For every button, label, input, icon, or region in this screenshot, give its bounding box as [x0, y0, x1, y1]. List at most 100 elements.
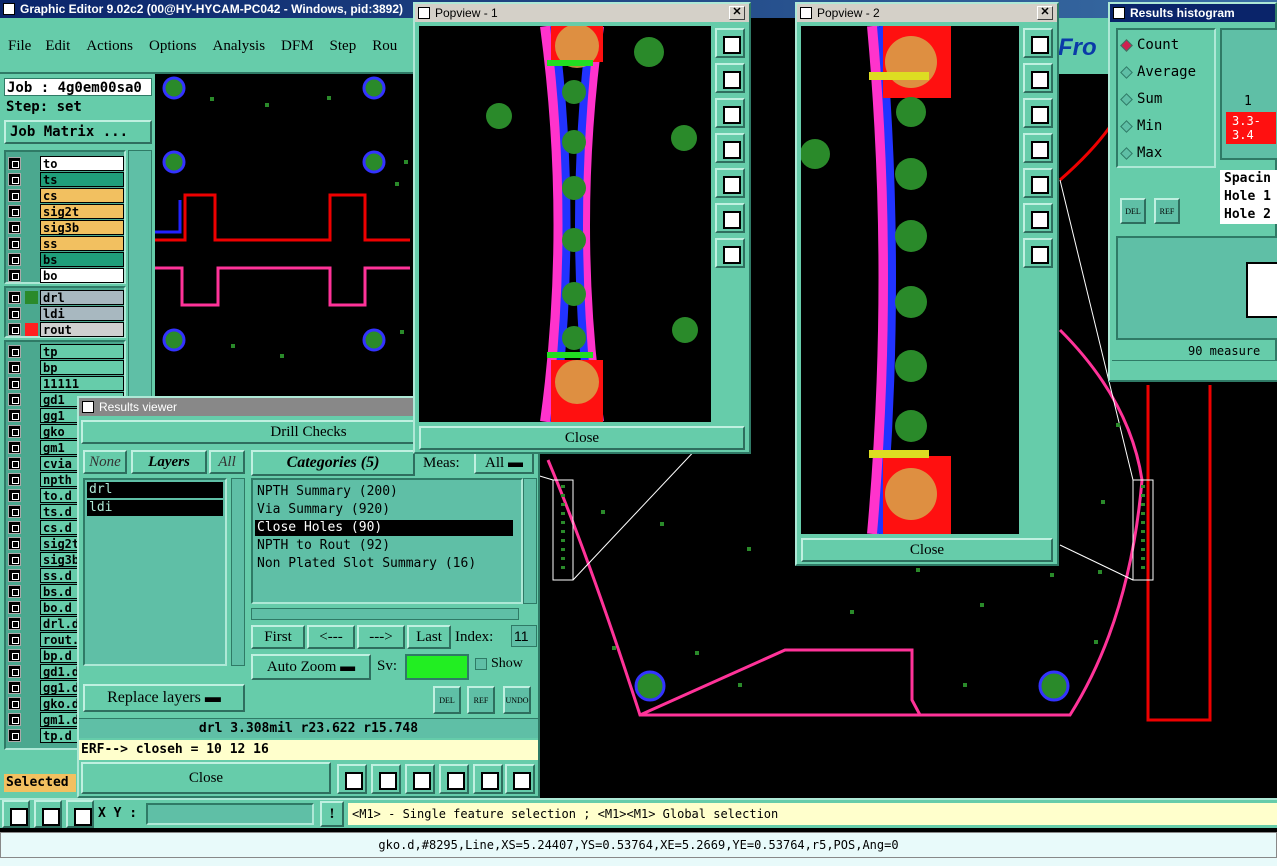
- histogram-option[interactable]: Average: [1120, 63, 1196, 81]
- layer-checkbox[interactable]: [8, 553, 21, 566]
- first-button[interactable]: First: [251, 625, 305, 649]
- layer-checkbox[interactable]: [8, 345, 21, 358]
- prev-button[interactable]: <---: [307, 625, 355, 649]
- histogram-option[interactable]: Max: [1120, 144, 1162, 162]
- layer-checkbox[interactable]: [8, 537, 21, 550]
- layers-none-button[interactable]: None: [83, 450, 127, 474]
- zoom-in-icon[interactable]: [1023, 28, 1053, 58]
- layer-name[interactable]: tp: [40, 344, 124, 359]
- category-list[interactable]: NPTH Summary (200) Via Summary (920) Close…: [251, 478, 523, 604]
- category-item[interactable]: Close Holes (90): [255, 520, 513, 536]
- layer-checkbox[interactable]: [8, 425, 21, 438]
- sort-icon[interactable]: [439, 764, 469, 794]
- undo-button[interactable]: UNDO: [503, 686, 531, 714]
- layer-name[interactable]: bs: [40, 252, 124, 267]
- result-layer-item[interactable]: ldi: [87, 500, 223, 516]
- close-icon[interactable]: ✕: [1037, 6, 1053, 20]
- job-matrix-button[interactable]: Job Matrix ...: [4, 120, 152, 144]
- layer-row[interactable]: tp: [8, 344, 124, 359]
- pan-left-icon[interactable]: [715, 133, 745, 163]
- measure-icon[interactable]: [34, 800, 62, 828]
- menu-item[interactable]: Step: [330, 38, 357, 55]
- result-layer-item[interactable]: drl: [87, 482, 223, 498]
- layer-checkbox[interactable]: [8, 221, 21, 234]
- layer-checkbox[interactable]: [8, 457, 21, 470]
- layer-row[interactable]: bo: [8, 268, 124, 283]
- popview-2-close-button[interactable]: Close: [801, 538, 1053, 562]
- radio-icon[interactable]: [1120, 92, 1133, 106]
- report-icon[interactable]: [473, 764, 503, 794]
- category-item[interactable]: NPTH Summary (200): [255, 484, 513, 500]
- layer-row[interactable]: ss: [8, 236, 124, 251]
- ref-button[interactable]: REF: [467, 686, 495, 714]
- layer-checkbox[interactable]: [8, 173, 21, 186]
- layer-row[interactable]: cs: [8, 188, 124, 203]
- category-hscroll[interactable]: [251, 608, 519, 620]
- auto-zoom-button[interactable]: Auto Zoom ▬: [251, 654, 371, 680]
- layer-checkbox[interactable]: [8, 649, 21, 662]
- popview-1-close-button[interactable]: Close: [419, 426, 745, 450]
- layer-name[interactable]: ss: [40, 236, 124, 251]
- histogram-del-button[interactable]: DEL: [1120, 198, 1146, 224]
- fit-icon[interactable]: [1023, 203, 1053, 233]
- result-layers-vscroll[interactable]: [231, 478, 245, 666]
- layer-checkbox[interactable]: [8, 521, 21, 534]
- layer-name[interactable]: bp: [40, 360, 124, 375]
- radio-icon[interactable]: [1120, 119, 1133, 133]
- menu-item[interactable]: DFM: [281, 38, 314, 55]
- layer-checkbox[interactable]: [8, 205, 21, 218]
- histogram-ref-button[interactable]: REF: [1154, 198, 1180, 224]
- meas-select[interactable]: All ▬: [474, 452, 534, 474]
- zoom-out-icon[interactable]: [715, 238, 745, 268]
- layer-checkbox[interactable]: [8, 253, 21, 266]
- layer-name[interactable]: rout: [40, 322, 124, 337]
- layer-name[interactable]: ts: [40, 172, 124, 187]
- radio-icon[interactable]: [1120, 38, 1133, 52]
- histogram-option[interactable]: Count: [1120, 36, 1179, 54]
- layer-checkbox[interactable]: [8, 441, 21, 454]
- layer-row[interactable]: to: [8, 156, 124, 171]
- layer-checkbox[interactable]: [8, 697, 21, 710]
- menu-item[interactable]: Analysis: [213, 38, 266, 55]
- close-icon[interactable]: ✕: [729, 6, 745, 20]
- menu-item[interactable]: Actions: [86, 38, 133, 55]
- layer-row[interactable]: sig3b: [8, 220, 124, 235]
- menu-item[interactable]: Edit: [45, 38, 70, 55]
- category-item[interactable]: Via Summary (920): [255, 502, 513, 518]
- layer-row[interactable]: bp: [8, 360, 124, 375]
- layer-checkbox[interactable]: [8, 269, 21, 282]
- popview-1-canvas[interactable]: [419, 26, 711, 422]
- layer-row[interactable]: ldi: [8, 306, 124, 321]
- del-button[interactable]: DEL: [433, 686, 461, 714]
- erf-icon[interactable]: [405, 764, 435, 794]
- layer-name[interactable]: to: [40, 156, 124, 171]
- layer-checkbox[interactable]: [8, 505, 21, 518]
- grid-icon[interactable]: [66, 800, 94, 828]
- pan-up-icon[interactable]: [1023, 63, 1053, 93]
- alert-icon[interactable]: !: [320, 801, 344, 827]
- show-checkbox[interactable]: [475, 658, 487, 670]
- radio-icon[interactable]: [1120, 65, 1133, 79]
- category-item[interactable]: Non Plated Slot Summary (16): [255, 556, 513, 572]
- layer-checkbox[interactable]: [8, 189, 21, 202]
- category-vscroll[interactable]: [523, 478, 537, 604]
- menu-item[interactable]: Options: [149, 38, 197, 55]
- layer-name[interactable]: 11111: [40, 376, 124, 391]
- layer-row[interactable]: sig2t: [8, 204, 124, 219]
- layer-checkbox[interactable]: [8, 291, 21, 304]
- layer-name[interactable]: ldi: [40, 306, 124, 321]
- layer-checkbox[interactable]: [8, 729, 21, 742]
- layer-row[interactable]: 11111: [8, 376, 124, 391]
- histogram-icon[interactable]: [505, 764, 535, 794]
- layer-checkbox[interactable]: [8, 157, 21, 170]
- layer-checkbox[interactable]: [8, 665, 21, 678]
- layer-checkbox[interactable]: [8, 377, 21, 390]
- layer-row[interactable]: ts: [8, 172, 124, 187]
- result-layers-list[interactable]: drl ldi: [83, 478, 227, 666]
- histogram-bin[interactable]: 3.3- 3.4: [1226, 112, 1276, 144]
- layer-row[interactable]: bs: [8, 252, 124, 267]
- next-button[interactable]: --->: [357, 625, 405, 649]
- pan-up-icon[interactable]: [715, 63, 745, 93]
- layer-name[interactable]: cs: [40, 188, 124, 203]
- pan-left-icon[interactable]: [1023, 133, 1053, 163]
